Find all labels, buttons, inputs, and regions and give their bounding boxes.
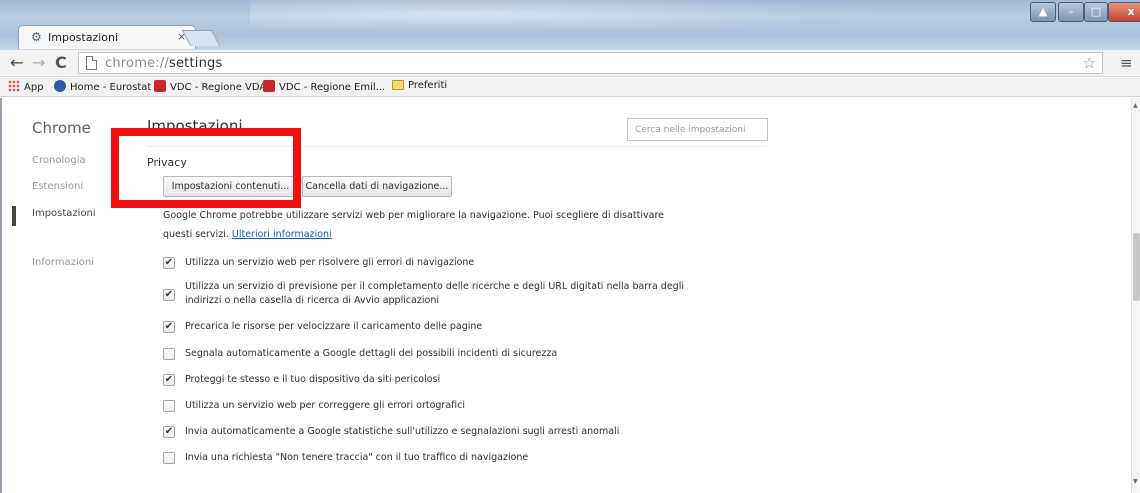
bookmarks-bar: App Home - Eurostat VDC - Regione VDA VD…	[0, 78, 1140, 97]
reload-button[interactable]: C	[55, 53, 67, 73]
checkbox-checked[interactable]: ✔	[163, 426, 175, 438]
vertical-scrollbar[interactable]: ▲ ▼	[1131, 98, 1140, 493]
checkbox-unchecked[interactable]	[163, 348, 175, 360]
bookmark-vdc-emilia[interactable]: VDC - Regione Emil...	[263, 80, 385, 93]
checkbox-checked[interactable]: ✔	[163, 257, 175, 269]
window-controls: ▲ – □ x	[1030, 2, 1140, 24]
sidebar-item-estensioni[interactable]: Estensioni	[32, 181, 83, 192]
forward-button[interactable]: →	[32, 53, 45, 73]
clear-browsing-data-button[interactable]: Cancella dati di navigazione...	[302, 176, 452, 197]
url-text[interactable]: chrome://settings	[105, 56, 222, 71]
user-icon[interactable]: ▲	[1030, 2, 1056, 22]
address-bar[interactable]: chrome://settings ☆	[78, 52, 1103, 74]
checkbox-unchecked[interactable]	[163, 452, 175, 464]
red-highlight-box	[111, 128, 301, 208]
browser-window: ⚙ Impostazioni × ▲ – □ x ← → C chrome://…	[0, 0, 1140, 493]
bookmark-preferiti[interactable]: Preferiti	[392, 80, 447, 91]
privacy-description: Google Chrome potrebbe utilizzare serviz…	[163, 210, 665, 240]
sidebar-item-informazioni[interactable]: Informazioni	[32, 257, 94, 268]
checkbox-checked[interactable]: ✔	[163, 374, 175, 386]
settings-page: Chrome Cronologia Estensioni Impostazion…	[0, 98, 1131, 493]
bookmark-app[interactable]: App	[8, 80, 44, 93]
tab-settings[interactable]: ⚙ Impostazioni ×	[18, 25, 196, 49]
vdc-icon	[263, 80, 275, 92]
back-button[interactable]: ←	[10, 53, 23, 73]
search-input[interactable]: Cerca nelle impostazioni	[627, 118, 768, 141]
scroll-up-arrow-icon[interactable]: ▲	[1133, 102, 1138, 109]
checkbox-checked[interactable]: ✔	[163, 289, 175, 301]
page-icon	[86, 56, 97, 70]
apps-grid-icon	[8, 80, 20, 92]
folder-icon	[392, 80, 404, 90]
title-bar: ⚙ Impostazioni × ▲ – □ x	[0, 0, 1140, 50]
checkbox-unchecked[interactable]	[163, 400, 175, 412]
tab-title: Impostazioni	[48, 31, 119, 44]
close-window-button[interactable]: x	[1108, 2, 1140, 22]
checkbox-checked[interactable]: ✔	[163, 321, 175, 333]
window-left-edge	[0, 98, 2, 493]
toolbar: ← → C chrome://settings ☆	[0, 50, 1140, 77]
search-placeholder: Cerca nelle impostazioni	[635, 125, 746, 135]
checkmark-icon: ✔	[164, 374, 174, 385]
sidebar-item-impostazioni[interactable]: Impostazioni	[32, 208, 96, 219]
sidebar-item-cronologia[interactable]: Cronologia	[32, 155, 86, 166]
menu-icon[interactable]: ≡	[1120, 54, 1133, 72]
eurostat-icon	[54, 80, 66, 92]
scroll-down-arrow-icon[interactable]: ▼	[1133, 478, 1138, 485]
bookmark-star-icon[interactable]: ☆	[1083, 54, 1096, 72]
vdc-icon	[154, 80, 166, 92]
checkmark-icon: ✔	[164, 321, 174, 332]
checkmark-icon: ✔	[164, 426, 174, 437]
sidebar-brand: Chrome	[32, 119, 91, 137]
bookmark-eurostat[interactable]: Home - Eurostat	[54, 80, 151, 93]
scrollbar-thumb[interactable]	[1133, 233, 1140, 301]
active-nav-marker	[12, 206, 16, 226]
gear-icon: ⚙	[31, 30, 42, 44]
bookmark-vdc-vda[interactable]: VDC - Regione VDA	[154, 80, 266, 93]
checkmark-icon: ✔	[164, 257, 174, 268]
maximize-button[interactable]: □	[1084, 2, 1108, 22]
learn-more-link[interactable]: Ulteriori informazioni	[232, 229, 332, 240]
minimize-button[interactable]: –	[1058, 2, 1084, 22]
checkmark-icon: ✔	[164, 289, 174, 300]
